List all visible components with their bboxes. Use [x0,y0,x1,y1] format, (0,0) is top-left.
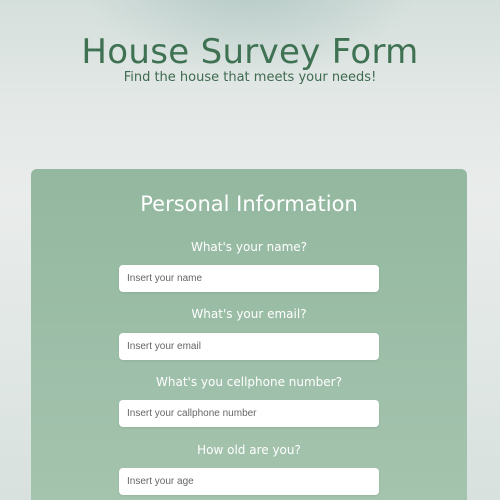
cellphone-input[interactable] [119,400,379,427]
page-subtitle: Find the house that meets your needs! [123,70,377,85]
name-input[interactable] [119,265,379,292]
page-title: House Survey Form [81,32,419,72]
name-question-label: What's your name? [190,240,308,254]
age-input[interactable] [119,468,379,495]
email-input[interactable] [119,333,379,360]
age-question-label: How old are you? [197,443,301,457]
section-title-personal-information: Personal Information [140,192,358,216]
email-question-label: What's your email? [191,307,307,321]
cellphone-question-label: What's you cellphone number? [156,375,342,389]
